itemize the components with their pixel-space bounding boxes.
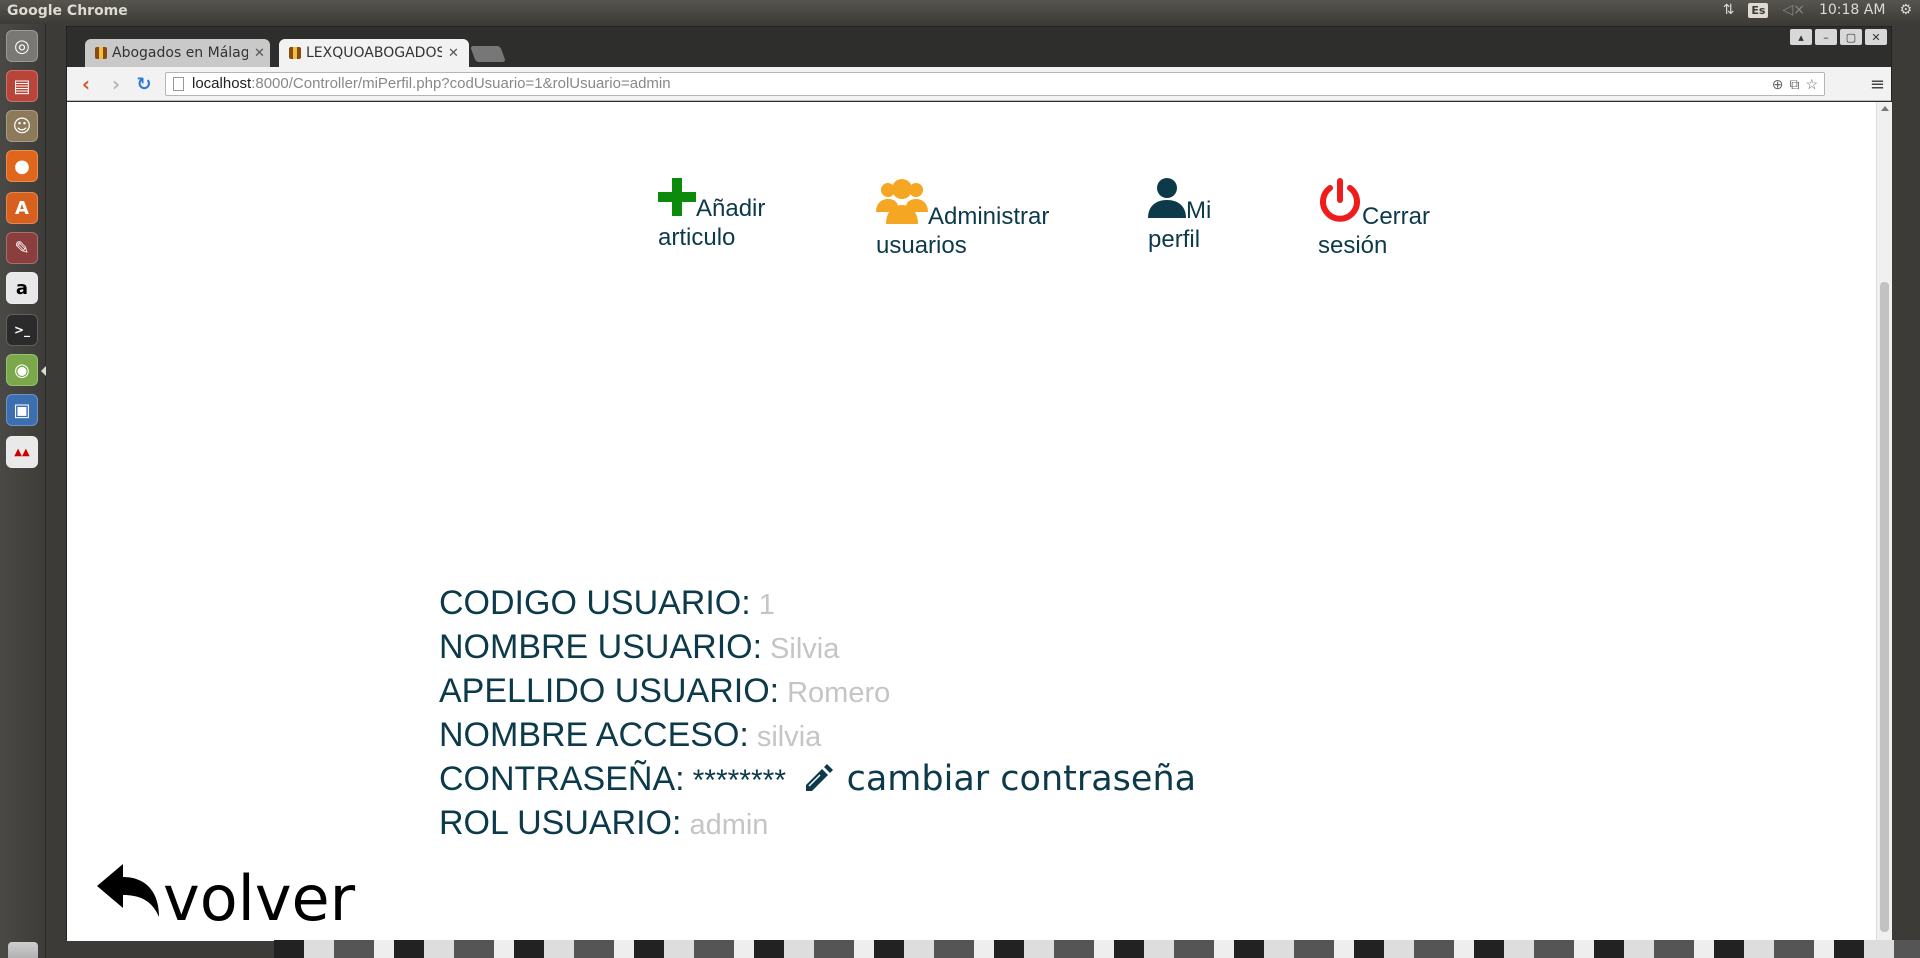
tab-abogados[interactable]: Abogados en Málaga ✕ — [85, 39, 270, 67]
tab-title: LEXQUOABOGADOS — [306, 45, 442, 61]
power-icon — [1318, 178, 1362, 231]
window-controls: ▴ – ▢ ✕ — [1790, 29, 1887, 45]
nav-my-profile[interactable]: Mi perfil — [1148, 178, 1238, 254]
browser-toolbar: ‹ › ↻ localhost:8000/Controller/miPerfil… — [67, 67, 1891, 101]
plus-icon — [658, 178, 696, 223]
browser-window: Abogados en Málaga ✕ LEXQUOABOGADOS ✕ ▴ … — [66, 26, 1892, 941]
url-path: :8000/Controller/miPerfil.php?codUsuario… — [251, 75, 671, 92]
address-bar[interactable]: localhost:8000/Controller/miPerfil.php?c… — [165, 72, 1825, 96]
profile-surname-row: APELLIDO USUARIO: Romero — [439, 670, 1196, 714]
page-icon — [173, 77, 184, 91]
back-arrow-icon[interactable]: ‹ — [75, 72, 97, 96]
chrome-menu-icon[interactable]: ≡ — [1870, 74, 1885, 95]
system-tray: ⇅ Es ◁× 10:18 AM ⚙ — [1723, 2, 1912, 18]
chrome-icon[interactable]: ◉ — [6, 354, 38, 386]
zoom-icon[interactable]: ⊕ — [1772, 73, 1784, 95]
page-scrollbar[interactable] — [1876, 102, 1892, 941]
launcher: ◎ ▤ ☺ ● A ✎ a >_ ◉ ▣ ▲▲ — [0, 24, 46, 958]
profile-code-value: 1 — [758, 589, 775, 621]
scrollbar-thumb[interactable] — [1880, 282, 1889, 932]
minimize-window-icon[interactable]: – — [1815, 29, 1837, 45]
profile-password-value: ******** — [692, 764, 786, 797]
url-host: localhost — [192, 75, 252, 92]
omnibox-actions: ⊕ ⧉ ☆ — [1772, 73, 1818, 95]
back-label: volver — [163, 862, 356, 935]
files-icon[interactable]: ▤ — [6, 70, 38, 102]
profile-role-label: ROL USUARIO: — [439, 804, 682, 842]
translate-icon[interactable]: ⧉ — [1789, 73, 1799, 95]
forward-arrow-icon[interactable]: › — [105, 72, 127, 96]
virtualbox-icon[interactable]: ▣ — [6, 394, 38, 426]
profile-surname-label: APELLIDO USUARIO: — [439, 672, 780, 710]
ubuntu-logo-icon[interactable]: ◎ — [6, 30, 38, 62]
profile-details: CODIGO USUARIO: 1 NOMBRE USUARIO: Silvia A… — [439, 582, 1196, 846]
profile-code-label: CODIGO USUARIO: — [439, 584, 751, 622]
desktop-wallpaper — [274, 940, 1920, 958]
keyboard-layout-indicator[interactable]: Es — [1748, 2, 1769, 18]
nav-manage-users-line2: usuarios — [876, 232, 967, 259]
firefox-icon[interactable]: ● — [6, 150, 38, 182]
profile-password-row: CONTRASEÑA: ******** cambiar contraseña — [439, 758, 1196, 802]
amazon-icon[interactable]: a — [6, 272, 38, 304]
nav-logout[interactable]: Cerrar sesión — [1318, 178, 1448, 260]
back-link[interactable]: volver — [97, 862, 355, 931]
nav-my-profile-line1: Mi — [1186, 197, 1212, 224]
close-tab-icon[interactable]: ✕ — [448, 46, 459, 61]
change-password-label: cambiar contraseña — [846, 759, 1197, 799]
user-icon — [1148, 178, 1186, 225]
settings-gear-icon[interactable]: ⚙ — [1899, 2, 1912, 18]
reload-icon[interactable]: ↻ — [133, 73, 155, 95]
site-favicon-icon — [289, 47, 301, 59]
system-top-panel: Google Chrome ⇅ Es ◁× 10:18 AM ⚙ — [0, 0, 1920, 24]
nav-logout-line1: Cerrar — [1362, 203, 1431, 230]
other-app-icon[interactable]: ▲▲ — [6, 436, 38, 468]
profile-code-row: CODIGO USUARIO: 1 — [439, 582, 1196, 626]
active-app-indicator — [41, 366, 46, 376]
pencil-icon — [803, 759, 846, 799]
profile-password-label: CONTRASEÑA: — [439, 760, 685, 798]
site-favicon-icon — [95, 47, 107, 59]
software-center-icon[interactable]: A — [6, 192, 38, 224]
terminal-icon[interactable]: >_ — [6, 314, 38, 346]
profile-role-row: ROL USUARIO: admin — [439, 802, 1196, 846]
nav-logout-line2: sesión — [1318, 232, 1388, 259]
scroll-up-icon[interactable] — [1881, 106, 1889, 111]
change-password-link[interactable]: cambiar contraseña — [803, 759, 1196, 799]
nav-manage-users[interactable]: Administrar usuarios — [876, 178, 1076, 260]
profile-name-row: NOMBRE USUARIO: Silvia — [439, 626, 1196, 670]
nav-my-profile-line2: perfil — [1148, 226, 1201, 253]
tab-strip: Abogados en Málaga ✕ LEXQUOABOGADOS ✕ ▴ … — [67, 27, 1891, 67]
clock[interactable]: 10:18 AM — [1819, 2, 1885, 18]
nav-add-article-line2: articulo — [658, 224, 736, 251]
system-settings-icon[interactable]: ✎ — [6, 232, 38, 264]
users-icon — [876, 178, 928, 231]
gimp-icon[interactable]: ☺ — [6, 110, 38, 142]
profile-login-row: NOMBRE ACCESO: silvia — [439, 714, 1196, 758]
bookmark-star-icon[interactable]: ☆ — [1805, 73, 1818, 95]
profile-role-value: admin — [689, 809, 769, 841]
trash-icon[interactable] — [8, 942, 38, 958]
profile-name-label: NOMBRE USUARIO: — [439, 628, 763, 666]
network-icon[interactable]: ⇅ — [1723, 2, 1735, 18]
profile-login-label: NOMBRE ACCESO: — [439, 716, 749, 754]
profile-name-value: Silvia — [770, 633, 840, 665]
nav-add-article[interactable]: Añadir articulo — [658, 178, 798, 252]
tab-lexquoabogados[interactable]: LEXQUOABOGADOS ✕ — [279, 39, 469, 67]
new-tab-button[interactable] — [470, 46, 506, 62]
close-window-icon[interactable]: ✕ — [1865, 29, 1887, 45]
nav-add-article-line1: Añadir — [696, 195, 766, 222]
close-tab-icon[interactable]: ✕ — [254, 46, 265, 61]
page-viewport: Añadir articulo Administrar usuarios Mi … — [67, 102, 1876, 941]
reply-arrow-icon — [97, 862, 163, 931]
restore-window-icon[interactable]: ▴ — [1790, 29, 1812, 45]
active-app-title: Google Chrome — [7, 3, 128, 19]
profile-surname-value: Romero — [787, 677, 891, 709]
nav-manage-users-line1: Administrar — [928, 203, 1050, 230]
maximize-window-icon[interactable]: ▢ — [1840, 29, 1862, 45]
profile-login-value: silvia — [756, 721, 822, 753]
volume-muted-icon[interactable]: ◁× — [1782, 2, 1805, 18]
tab-title: Abogados en Málaga — [112, 45, 248, 61]
